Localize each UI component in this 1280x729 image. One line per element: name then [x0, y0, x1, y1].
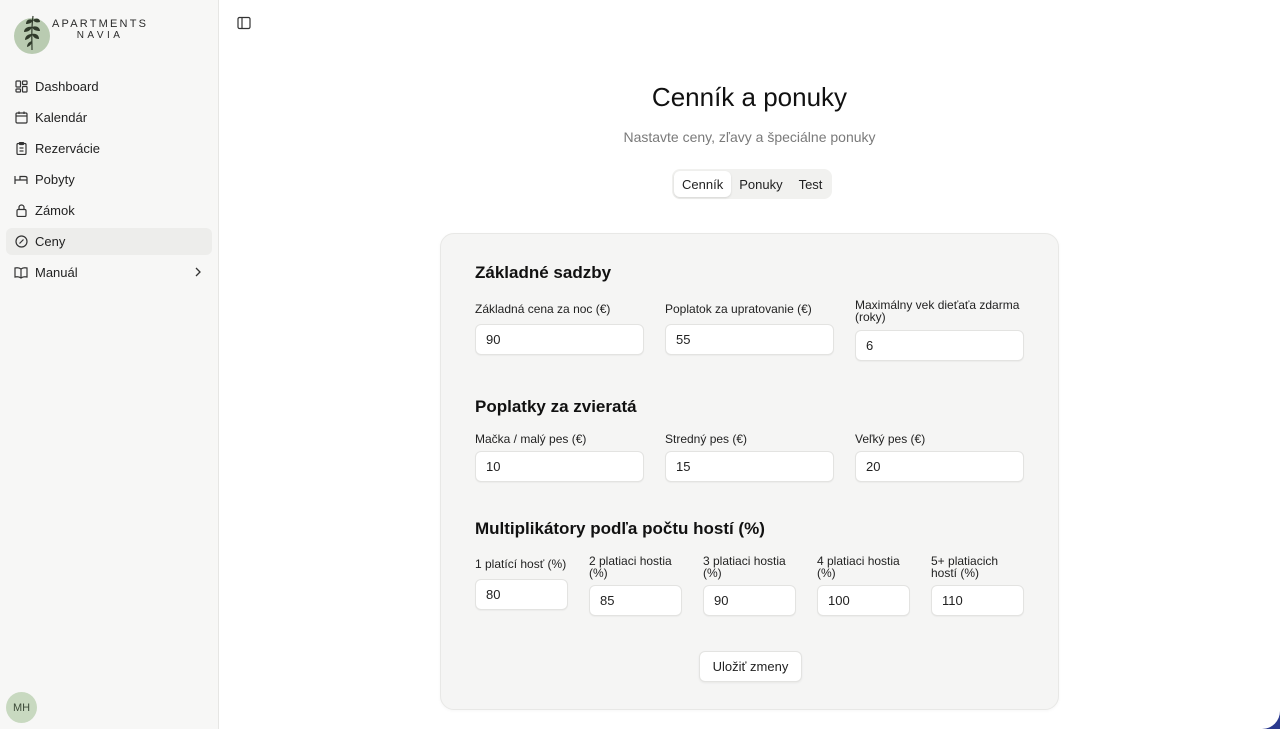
section-title-guest-multipliers: Multiplikátory podľa počtu hostí (%) [475, 519, 765, 538]
leaf-logo-icon [14, 12, 50, 54]
guests-4-input[interactable] [817, 585, 910, 616]
field-label: 1 platící hosť (%) [475, 557, 567, 571]
field-label: Poplatok za upratovanie (€) [665, 302, 812, 316]
small-pet-input[interactable] [475, 451, 644, 482]
chevron-right-icon[interactable] [194, 266, 202, 281]
sidebar-item-dashboard[interactable]: Dashboard [6, 73, 212, 100]
page-title: Cenník a ponuky [651, 82, 848, 112]
sidebar-toggle-icon[interactable] [237, 16, 253, 32]
guests-3-input[interactable] [703, 585, 796, 616]
field-label: 5+ platiacich hostí (%) [931, 554, 999, 580]
calendar-icon [14, 111, 28, 125]
brand-line1: APARTMENTS [52, 18, 149, 30]
field-medium-dog: Stredný pes (€) [665, 433, 834, 485]
sidebar-item-calendar[interactable]: Kalendár [6, 104, 212, 131]
sidebar-item-manual[interactable]: Manuál [6, 259, 212, 286]
field-2-guests: 2 platiaci hostia (%) [589, 555, 682, 617]
field-label: Veľký pes (€) [855, 432, 926, 446]
medium-dog-input[interactable] [665, 451, 834, 482]
field-3-guests: 3 platiaci hostia (%) [703, 555, 796, 617]
lock-icon [14, 204, 28, 218]
section-title-base-rates: Základné sadzby [475, 263, 612, 282]
sidebar-item-label: Ceny [35, 234, 66, 249]
badge-percent-icon [14, 235, 28, 249]
large-dog-input[interactable] [855, 451, 1024, 482]
cleaning-fee-input[interactable] [665, 324, 834, 355]
sidebar-item-label: Zámok [35, 203, 75, 218]
sidebar-item-label: Manuál [35, 265, 78, 280]
sidebar-item-reservations[interactable]: Rezervácie [6, 135, 212, 162]
sidebar-item-prices[interactable]: Ceny [6, 228, 212, 255]
field-label: Maximálny vek dieťaťa zdarma (roky) [855, 298, 1020, 324]
guests-2-input[interactable] [589, 585, 682, 616]
sidebar-item-stays[interactable]: Pobyty [6, 166, 212, 193]
tab-test[interactable]: Test [791, 171, 831, 197]
field-max-child-age: Maximálny vek dieťaťa zdarma (roky) [855, 299, 1024, 361]
field-label: Stredný pes (€) [665, 432, 748, 446]
field-1-guest: 1 platící hosť (%) [475, 558, 568, 610]
field-5plus-guests: 5+ platiacich hostí (%) [931, 555, 1024, 617]
sidebar-item-label: Kalendár [35, 110, 88, 125]
sidebar-item-lock[interactable]: Zámok [6, 197, 212, 224]
pricing-card: Základné sadzby Základná cena za noc (€)… [440, 233, 1059, 710]
field-label: 2 platiaci hostia (%) [589, 554, 672, 580]
sidebar-item-label: Rezervácie [35, 141, 101, 156]
field-small-pet: Mačka / malý pes (€) [475, 433, 644, 485]
field-4-guests: 4 platiaci hostia (%) [817, 555, 910, 617]
book-icon [14, 266, 28, 280]
page-subtitle: Nastavte ceny, zľavy a špeciálne ponuky [623, 129, 876, 145]
bed-icon [14, 173, 28, 187]
field-base-price: Základná cena za noc (€) [475, 303, 644, 355]
field-cleaning-fee: Poplatok za upratovanie (€) [665, 303, 834, 355]
guests-1-input[interactable] [475, 579, 568, 610]
app-window: APARTMENTS NAVIA Dashboard Kalendár Reze… [0, 0, 1280, 729]
tab-bar: Cenník Ponuky Test [672, 169, 833, 199]
sidebar-item-label: Dashboard [35, 79, 99, 94]
dashboard-icon [14, 80, 28, 94]
tab-ponuky[interactable]: Ponuky [731, 171, 790, 197]
field-label: Základná cena za noc (€) [475, 302, 611, 316]
save-button[interactable]: Uložiť zmeny [699, 651, 802, 682]
field-label: Mačka / malý pes (€) [475, 432, 587, 446]
sidebar-item-label: Pobyty [35, 172, 75, 187]
brand-logo[interactable]: APARTMENTS NAVIA [14, 12, 148, 54]
sidebar: APARTMENTS NAVIA Dashboard Kalendár Reze… [0, 0, 219, 729]
field-label: 3 platiaci hostia (%) [703, 554, 786, 580]
max-child-age-input[interactable] [855, 330, 1024, 361]
field-label: 4 platiaci hostia (%) [817, 554, 900, 580]
user-avatar[interactable]: MH [6, 692, 37, 723]
tab-cennik[interactable]: Cenník [674, 171, 732, 197]
field-large-dog: Veľký pes (€) [855, 433, 1024, 485]
clipboard-icon [14, 142, 28, 156]
section-title-pet-fees: Poplatky za zvieratá [475, 397, 637, 416]
base-price-input[interactable] [475, 324, 644, 355]
brand-line2: NAVIA [76, 30, 124, 41]
guests-5plus-input[interactable] [931, 585, 1024, 616]
sidebar-nav: Dashboard Kalendár Rezervácie Pobyty Zám… [6, 73, 212, 290]
main-content: Cenník a ponuky Nastavte ceny, zľavy a š… [219, 0, 1280, 729]
